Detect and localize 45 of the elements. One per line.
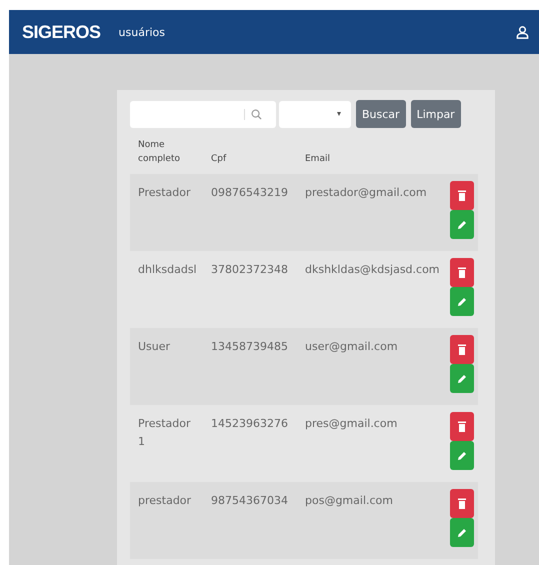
edit-button[interactable]	[450, 287, 474, 316]
table-cell: 37802372348	[211, 263, 288, 276]
delete-button[interactable]	[450, 181, 474, 210]
trash-icon	[458, 421, 466, 432]
column-header: Email	[305, 152, 330, 166]
table-cell: Prestador 1	[138, 417, 191, 448]
edit-button[interactable]	[450, 364, 474, 393]
delete-button[interactable]	[450, 335, 474, 364]
table-cell: 14523963276	[211, 417, 288, 430]
trash-icon	[458, 344, 466, 355]
brand-logo[interactable]: SIGEROS	[22, 22, 101, 42]
trash-icon	[458, 498, 466, 509]
table-cell: Prestador	[138, 186, 191, 199]
edit-button[interactable]	[450, 518, 474, 547]
nav-link[interactable]: usuários	[118, 26, 165, 38]
edit-button[interactable]	[450, 441, 474, 470]
table-cell: 13458739485	[211, 340, 288, 353]
table-cell: 98754367034	[211, 494, 288, 507]
column-header: Nome completo	[138, 139, 182, 166]
delete-button[interactable]	[450, 489, 474, 518]
table-cell: prestador@gmail.com	[305, 186, 427, 199]
table-cell: Usuer	[138, 340, 170, 353]
filter-button[interactable]: Buscar	[356, 100, 406, 128]
table-cell: user@gmail.com	[305, 340, 398, 353]
trash-icon	[458, 267, 466, 278]
filter-button[interactable]: Limpar	[410, 100, 461, 128]
delete-button[interactable]	[450, 412, 474, 441]
pencil-icon	[456, 450, 466, 460]
search-field[interactable]	[130, 100, 276, 128]
column-header: Cpf	[211, 152, 226, 166]
trash-icon	[458, 190, 466, 201]
caret-icon	[337, 112, 341, 116]
pencil-icon	[456, 296, 466, 306]
table-cell: dkshkldas@kdsjasd.com	[305, 263, 440, 276]
delete-button[interactable]	[450, 258, 474, 287]
table-cell: 09876543219	[211, 186, 288, 199]
table-cell: pres@gmail.com	[305, 417, 398, 430]
edit-button[interactable]	[450, 210, 474, 239]
table-cell: pos@gmail.com	[305, 494, 393, 507]
table-cell: prestador	[138, 494, 192, 507]
pencil-icon	[456, 374, 466, 384]
pencil-icon	[456, 528, 466, 538]
user-icon[interactable]	[516, 26, 529, 38]
pencil-icon	[456, 220, 466, 230]
table-cell: dhlksdadsl	[138, 263, 197, 276]
